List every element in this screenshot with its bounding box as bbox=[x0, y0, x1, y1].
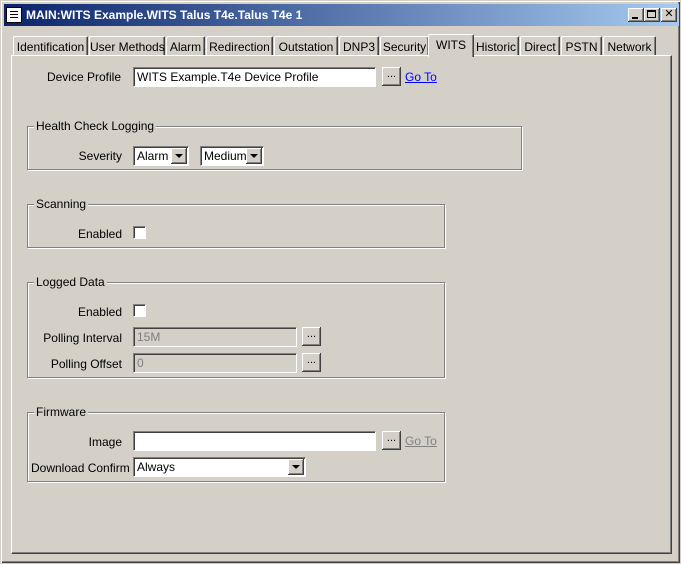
tab-redirection[interactable]: Redirection bbox=[206, 36, 273, 55]
download-confirm-select[interactable]: Always bbox=[133, 457, 306, 477]
severity-level-select[interactable]: Medium bbox=[200, 146, 264, 166]
chevron-down-icon[interactable] bbox=[288, 459, 304, 475]
download-confirm-label: Download Confirm bbox=[31, 461, 130, 475]
scanning-enabled-label: Enabled bbox=[77, 227, 122, 241]
maximize-button[interactable] bbox=[644, 8, 660, 22]
firmware-image-label: Image bbox=[88, 435, 122, 449]
title-bar[interactable]: MAIN:WITS Example.WITS Talus T4e.Talus T… bbox=[4, 4, 679, 26]
health-check-logging-group: Health Check Logging bbox=[27, 119, 522, 170]
tab-alarm[interactable]: Alarm bbox=[166, 36, 205, 55]
tab-dnp3[interactable]: DNP3 bbox=[339, 36, 379, 55]
device-profile-browse-button[interactable]: ... bbox=[382, 67, 401, 86]
severity-label: Severity bbox=[78, 149, 122, 163]
minimize-button[interactable] bbox=[628, 8, 644, 22]
chevron-down-icon[interactable] bbox=[246, 148, 262, 164]
app-document-icon bbox=[6, 7, 22, 23]
tab-identification[interactable]: Identification bbox=[13, 36, 88, 55]
device-profile-label: Device Profile bbox=[46, 70, 121, 84]
scanning-group: Scanning bbox=[27, 197, 445, 248]
firmware-goto-link[interactable]: Go To bbox=[405, 434, 437, 448]
download-confirm-select-value: Always bbox=[137, 460, 176, 474]
health-check-logging-title: Health Check Logging bbox=[34, 119, 157, 133]
scanning-title: Scanning bbox=[34, 197, 89, 211]
severity-select-value: Alarm bbox=[137, 149, 169, 163]
tab-network[interactable]: Network bbox=[603, 36, 656, 55]
maximize-icon bbox=[647, 10, 656, 18]
main-window: MAIN:WITS Example.WITS Talus T4e.Talus T… bbox=[0, 0, 681, 564]
tab-direct[interactable]: Direct bbox=[520, 36, 560, 55]
tab-historic[interactable]: Historic bbox=[473, 36, 519, 55]
tab-security[interactable]: Security bbox=[380, 36, 429, 55]
close-button[interactable]: ✕ bbox=[661, 8, 677, 22]
scanning-enabled-checkbox[interactable] bbox=[133, 226, 146, 239]
polling-offset-label: Polling Offset bbox=[50, 357, 122, 371]
severity-level-select-value: Medium bbox=[204, 149, 247, 163]
device-profile-field[interactable]: WITS Example.T4e Device Profile bbox=[133, 67, 376, 87]
severity-select[interactable]: Alarm bbox=[133, 146, 189, 166]
firmware-title: Firmware bbox=[34, 405, 88, 419]
device-profile-goto-link[interactable]: Go To bbox=[405, 70, 437, 84]
tab-wits[interactable]: WITS bbox=[428, 34, 474, 57]
polling-interval-browse-button[interactable]: ... bbox=[302, 327, 321, 346]
tab-outstation[interactable]: Outstation bbox=[274, 36, 338, 55]
close-icon: ✕ bbox=[664, 8, 674, 20]
logged-data-enabled-checkbox[interactable] bbox=[133, 304, 146, 317]
firmware-image-field[interactable] bbox=[133, 431, 376, 451]
polling-interval-field[interactable]: 15M bbox=[133, 327, 297, 347]
tab-user-methods[interactable]: User Methods bbox=[89, 36, 165, 55]
polling-offset-browse-button[interactable]: ... bbox=[302, 353, 321, 372]
chevron-down-icon[interactable] bbox=[171, 148, 187, 164]
window-title: MAIN:WITS Example.WITS Talus T4e.Talus T… bbox=[26, 8, 303, 22]
logged-data-enabled-label: Enabled bbox=[77, 305, 122, 319]
tab-pstn[interactable]: PSTN bbox=[561, 36, 602, 55]
minimize-icon bbox=[632, 17, 638, 19]
logged-data-title: Logged Data bbox=[34, 275, 107, 289]
polling-offset-field[interactable]: 0 bbox=[133, 353, 297, 373]
polling-interval-label: Polling Interval bbox=[43, 331, 122, 345]
firmware-image-browse-button[interactable]: ... bbox=[382, 431, 401, 450]
